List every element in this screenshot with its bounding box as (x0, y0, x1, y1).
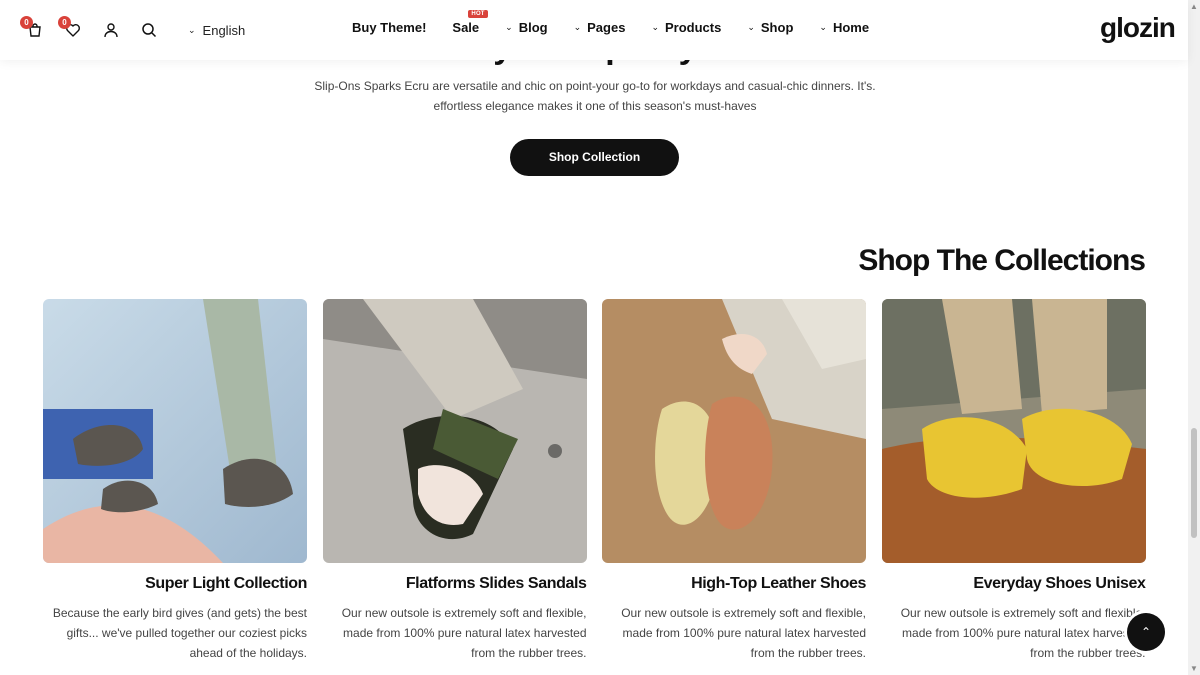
nav-blog[interactable]: ⌄ Blog (505, 20, 547, 35)
chevron-down-icon: ⌄ (188, 24, 196, 35)
header-actions: 0 0 ⌄ English (20, 16, 245, 42)
collection-title[interactable]: Super Light Collection (43, 575, 307, 593)
wishlist-count-badge: 0 (58, 16, 71, 29)
description-line: Our new outsole is extremely soft and fl… (621, 606, 866, 620)
description-line: made from 100% pure natural latex harves… (622, 626, 866, 640)
collection-description: Our new outsole is extremely soft and fl… (323, 603, 587, 663)
collection-card[interactable]: Super Light Collection Because the early… (43, 299, 307, 663)
hero-desc-line: effortless elegance makes it one of this… (433, 99, 757, 113)
collection-title[interactable]: High-Top Leather Shoes (602, 575, 866, 593)
search-button[interactable] (136, 18, 162, 42)
description-line: ahead of the holidays. (189, 646, 307, 660)
cart-count-badge: 0 (20, 16, 33, 29)
collection-description: Our new outsole is extremely soft and fl… (602, 603, 866, 663)
nav-label: Blog (518, 20, 548, 35)
description-line: from the rubber trees. (750, 646, 866, 660)
main-nav: Buy Theme! HOT Sale ⌄ Blog ⌄ Pages ⌄ Pro… (352, 10, 895, 35)
nav-label: Buy Theme! (352, 20, 427, 35)
back-to-top-button[interactable]: ⌃ (1127, 613, 1165, 651)
collection-image-everyday[interactable] (881, 299, 1146, 563)
collection-card[interactable]: High-Top Leather Shoes Our new outsole i… (602, 299, 866, 663)
nav-label: Sale (452, 20, 480, 35)
nav-label: Shop (760, 20, 794, 35)
scroll-up-arrow-icon[interactable]: ▲ (1190, 2, 1198, 11)
shop-collection-button[interactable]: Shop Collection (510, 139, 679, 176)
language-selector[interactable]: ⌄ English (188, 23, 245, 38)
description-line: from the rubber trees. (1030, 646, 1146, 660)
description-line: made from 100% pure natural latex harves… (902, 626, 1146, 640)
nav-home[interactable]: ⌄ Home (819, 20, 869, 35)
wishlist-button[interactable]: 0 (58, 16, 86, 42)
nav-label: Pages (587, 20, 626, 35)
hero-description: Slip-Ons Sparks Ecru are versatile and c… (300, 76, 890, 116)
search-icon (142, 23, 157, 38)
scroll-down-arrow-icon[interactable]: ▼ (1190, 664, 1198, 673)
chevron-down-icon: ⌄ (747, 22, 755, 32)
site-logo[interactable]: glozin (1100, 12, 1176, 44)
nav-label: Home (832, 20, 870, 35)
description-line: from the rubber trees. (471, 646, 587, 660)
collections-grid: Super Light Collection Because the early… (43, 299, 1161, 663)
nav-sale[interactable]: HOT Sale (452, 10, 488, 35)
page-scrollbar[interactable]: ▲ ▼ (1188, 0, 1200, 675)
description-line: made from 100% pure natural latex harves… (343, 626, 587, 640)
user-icon (104, 23, 118, 38)
collection-image-flatforms[interactable] (322, 299, 587, 563)
collection-description: Because the early bird gives (and gets) … (43, 603, 307, 663)
double-chevron-up-icon: ⌃ (1140, 625, 1152, 639)
chevron-down-icon: ⌄ (505, 22, 513, 32)
chevron-down-icon: ⌄ (573, 22, 582, 32)
chevron-down-icon: ⌄ (819, 22, 827, 32)
description-line: Our new outsole is extremely soft and fl… (341, 606, 587, 620)
nav-shop[interactable]: ⌄ Shop (747, 20, 793, 35)
cart-button[interactable]: 0 (20, 16, 48, 42)
collection-card[interactable]: Flatforms Slides Sandals Our new outsole… (322, 299, 587, 663)
collection-image-high-top[interactable] (602, 299, 866, 563)
collection-image-super-light[interactable] (43, 299, 307, 563)
collection-title[interactable]: Flatforms Slides Sandals (323, 575, 587, 593)
hot-badge: HOT (468, 10, 488, 18)
nav-buy-theme[interactable]: Buy Theme! (352, 20, 426, 35)
scrollbar-thumb[interactable] (1191, 428, 1197, 538)
description-line: Our new outsole is extremely soft and fl… (900, 606, 1146, 620)
account-button[interactable] (98, 18, 124, 42)
collection-card[interactable]: Everyday Shoes Unisex Our new outsole is… (881, 299, 1146, 663)
collections-title: Shop The Collections (858, 244, 1146, 277)
description-line: gifts... we've pulled together our cozie… (66, 626, 307, 640)
chevron-down-icon: ⌄ (651, 22, 659, 32)
description-line: Because the early bird gives (and gets) … (52, 606, 307, 620)
hero-desc-line: Slip-Ons Sparks Ecru are versatile and c… (314, 79, 876, 93)
language-label: English (202, 22, 246, 38)
nav-products[interactable]: ⌄ Products (651, 20, 721, 35)
collection-title[interactable]: Everyday Shoes Unisex (882, 575, 1146, 593)
nav-label: Products (665, 20, 722, 35)
site-header: 0 0 ⌄ English Buy Theme! HOT Sale ⌄ Blog… (0, 0, 1188, 60)
collection-description: Our new outsole is extremely soft and fl… (882, 603, 1146, 663)
nav-pages[interactable]: ⌄ Pages (574, 20, 626, 35)
